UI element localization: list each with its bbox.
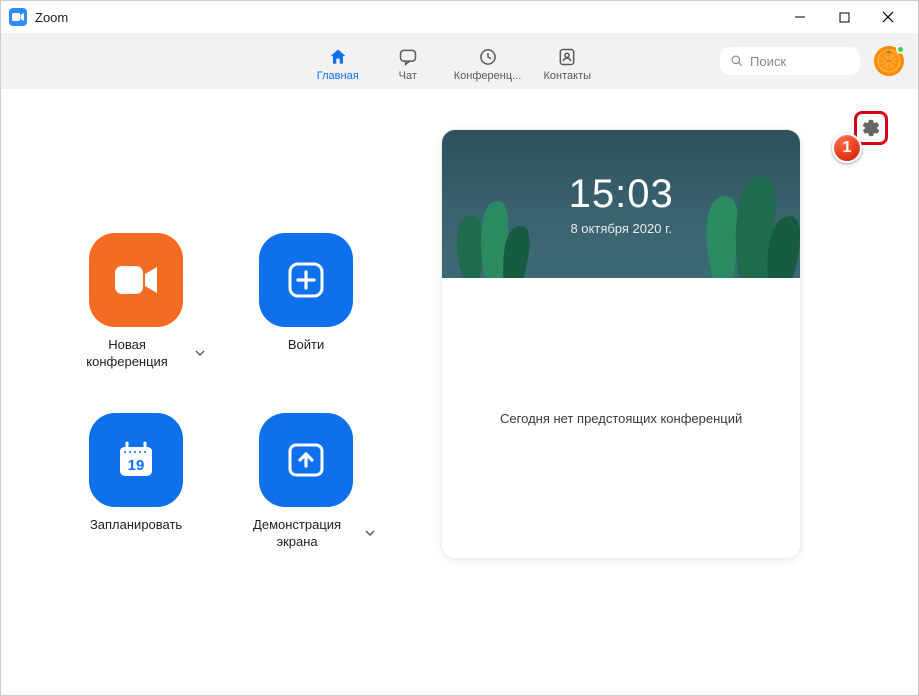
svg-text:19: 19 — [128, 457, 145, 474]
clock-time: 15:03 — [569, 172, 674, 217]
card-body: Сегодня нет предстоящих конференций — [442, 278, 800, 558]
new-meeting-button[interactable] — [89, 233, 183, 327]
chat-icon — [398, 46, 418, 68]
content-area: Новая конференция — [1, 89, 918, 695]
top-nav: Главная Чат Конференц... Контакты — [1, 33, 918, 89]
share-up-icon — [284, 438, 328, 482]
upcoming-pane: 15:03 8 октября 2020 г. Сегодня нет пред… — [441, 89, 918, 695]
annotation-number: 1 — [843, 139, 852, 157]
tab-home[interactable]: Главная — [314, 40, 362, 82]
titlebar: Zoom — [1, 1, 918, 33]
action-new-meeting: Новая конференция — [51, 233, 221, 371]
chevron-down-icon[interactable] — [195, 345, 205, 363]
clock-date: 8 октября 2020 г. — [570, 221, 671, 236]
share-screen-button[interactable] — [259, 413, 353, 507]
video-icon — [112, 263, 160, 297]
maximize-button[interactable] — [822, 1, 866, 33]
action-join: Войти — [221, 233, 391, 371]
nav-tabs: Главная Чат Конференц... Контакты — [314, 40, 592, 82]
tab-meetings[interactable]: Конференц... — [454, 40, 522, 82]
close-button[interactable] — [866, 1, 910, 33]
home-icon — [328, 46, 348, 68]
window-title: Zoom — [35, 10, 68, 25]
search-icon — [730, 54, 744, 68]
action-label: Войти — [288, 337, 324, 354]
chevron-down-icon[interactable] — [365, 525, 375, 543]
join-button[interactable] — [259, 233, 353, 327]
tab-label: Чат — [399, 70, 417, 82]
annotation-badge: 1 — [832, 133, 862, 163]
clock-icon — [478, 46, 498, 68]
search-placeholder: Поиск — [750, 54, 786, 69]
action-label: Запланировать — [90, 517, 182, 534]
tab-chat[interactable]: Чат — [384, 40, 432, 82]
schedule-button[interactable]: 19 — [89, 413, 183, 507]
action-schedule: 19 Запланировать — [51, 413, 221, 551]
calendar-icon: 19 — [114, 438, 158, 482]
tab-label: Главная — [317, 70, 359, 82]
minimize-button[interactable] — [778, 1, 822, 33]
upcoming-card: 15:03 8 октября 2020 г. Сегодня нет пред… — [441, 129, 801, 559]
tab-contacts[interactable]: Контакты — [543, 40, 591, 82]
plus-icon — [286, 260, 326, 300]
profile-avatar[interactable] — [874, 46, 904, 76]
presence-indicator — [896, 45, 905, 54]
plant-decoration-icon — [446, 156, 536, 278]
app-window: Zoom Главная Чат — [0, 0, 919, 696]
contacts-icon — [557, 46, 577, 68]
plant-decoration-icon — [690, 136, 800, 278]
card-hero: 15:03 8 октября 2020 г. — [442, 130, 800, 278]
tab-label: Конференц... — [454, 70, 522, 82]
action-share-screen: Демонстрация экрана — [221, 413, 391, 551]
tab-label: Контакты — [544, 70, 592, 82]
home-actions-pane: Новая конференция — [1, 89, 441, 695]
zoom-app-icon — [9, 8, 27, 26]
action-label: Новая конференция — [67, 337, 187, 371]
search-input[interactable]: Поиск — [720, 47, 860, 75]
gear-icon — [861, 118, 881, 138]
no-upcoming-text: Сегодня нет предстоящих конференций — [500, 411, 742, 426]
action-label: Демонстрация экрана — [237, 517, 357, 551]
